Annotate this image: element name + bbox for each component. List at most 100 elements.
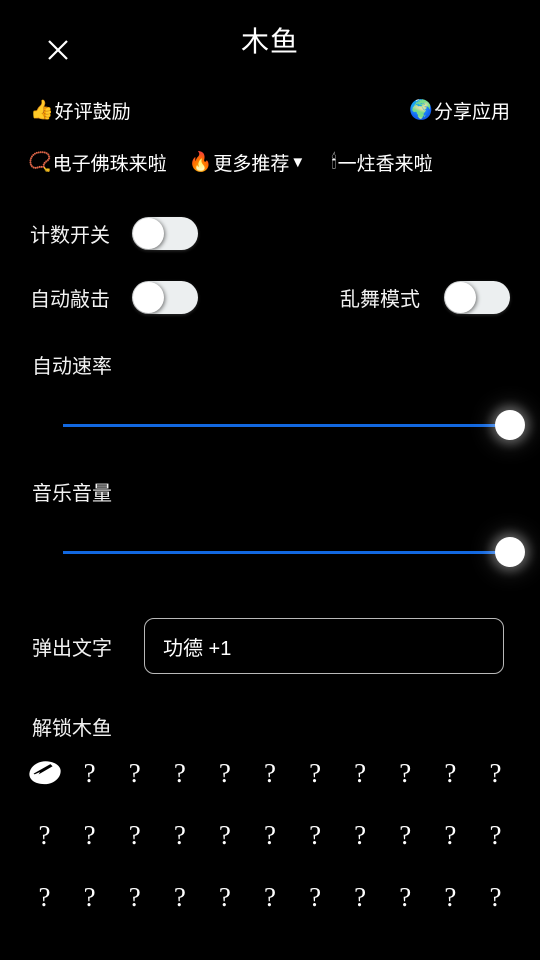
unlock-slot-locked[interactable]: ? xyxy=(473,753,518,793)
count-switch-label: 计数开关 xyxy=(30,224,110,247)
rate-app-label: 好评鼓励 xyxy=(54,101,131,123)
unlock-slot-locked[interactable]: ? xyxy=(338,877,383,917)
wooden-fish-icon-glyph xyxy=(28,761,61,785)
unlock-slot-locked[interactable]: ? xyxy=(157,815,202,855)
count-switch-toggle[interactable] xyxy=(132,216,198,250)
unlock-slot-locked[interactable]: ? xyxy=(67,877,112,917)
more-recommend-label: 更多推荐 xyxy=(213,153,290,175)
question-mark-icon: ? xyxy=(83,757,96,788)
close-icon[interactable] xyxy=(34,28,82,72)
auto-speed-label: 自动速率 xyxy=(32,356,112,378)
prayer-beads-label: 电子佛珠来啦 xyxy=(52,153,167,175)
music-volume-thumb[interactable] xyxy=(495,537,525,567)
unlock-slot-locked[interactable]: ? xyxy=(338,753,383,793)
globe-icon: 🌍 xyxy=(409,98,433,121)
unlock-slot-locked[interactable]: ? xyxy=(247,815,292,855)
toggle-knob xyxy=(133,217,164,249)
unlock-slot-locked[interactable]: ? xyxy=(338,815,383,855)
unlock-slot-locked[interactable]: ? xyxy=(428,753,473,793)
share-app-link[interactable]: 🌍 分享应用 xyxy=(409,97,510,124)
prayer-beads-link[interactable]: 📿 电子佛珠来啦 xyxy=(28,149,167,176)
unlock-slot-locked[interactable]: ? xyxy=(428,877,473,917)
unlock-slot-locked[interactable]: ? xyxy=(383,877,428,917)
close-icon-glyph xyxy=(48,40,68,60)
auto-speed-thumb[interactable] xyxy=(495,410,525,440)
unlock-slot-locked[interactable]: ? xyxy=(383,815,428,855)
unlock-slot-locked[interactable]: ? xyxy=(293,753,338,793)
question-mark-icon: ? xyxy=(83,881,96,912)
toggle-knob xyxy=(133,281,164,313)
unlock-slot-locked[interactable]: ? xyxy=(112,877,157,917)
auto-tap-label: 自动敲击 xyxy=(30,288,110,311)
question-mark-icon: ? xyxy=(38,881,51,912)
question-mark-icon: ? xyxy=(354,757,367,788)
setting-block-auto-speed: 自动速率 xyxy=(0,350,540,451)
question-mark-icon: ? xyxy=(38,819,51,850)
question-mark-icon: ? xyxy=(264,881,276,912)
unlock-section: 解锁木鱼 ???????????????????????????????? xyxy=(0,712,540,917)
question-mark-icon: ? xyxy=(218,819,231,850)
question-mark-icon: ? xyxy=(399,757,412,788)
unlock-slot-locked[interactable]: ? xyxy=(247,753,292,793)
question-mark-icon: ? xyxy=(309,757,322,788)
question-mark-icon: ? xyxy=(309,881,322,912)
unlock-grid: ???????????????????????????????? xyxy=(0,753,540,917)
setting-row-count-switch: 计数开关 xyxy=(0,206,540,260)
unlock-slot-locked[interactable]: ? xyxy=(473,877,518,917)
chaos-mode-toggle[interactable] xyxy=(444,280,510,314)
unlock-slot-locked[interactable]: ? xyxy=(247,877,292,917)
question-mark-icon: ? xyxy=(309,819,322,850)
more-recommend-link[interactable]: 🔥 更多推荐 ▼ xyxy=(189,149,306,176)
question-mark-icon: ? xyxy=(218,757,231,788)
question-mark-icon: ? xyxy=(489,881,502,912)
chaos-mode-label: 乱舞模式 xyxy=(340,288,420,311)
unlock-slot-locked[interactable]: ? xyxy=(202,815,247,855)
auto-tap-toggle[interactable] xyxy=(132,280,198,314)
unlock-slot-locked[interactable]: ? xyxy=(202,753,247,793)
incense-link[interactable]: 🕯 一炷香来啦 xyxy=(331,149,432,176)
fire-icon: 🔥 xyxy=(188,150,213,173)
setting-block-music-volume: 音乐音量 xyxy=(0,477,540,578)
thumbs-up-icon: 👍 xyxy=(30,98,54,121)
music-volume-slider[interactable] xyxy=(0,526,540,578)
question-mark-icon: ? xyxy=(444,757,457,788)
music-volume-label: 音乐音量 xyxy=(32,483,112,505)
unlock-slot-locked[interactable]: ? xyxy=(22,877,67,917)
music-volume-fill xyxy=(63,550,510,554)
app-screen: 木鱼 👍 好评鼓励 🌍 分享应用 📿 电子佛珠来啦 🔥 更多推荐 ▼ 🕯 一炷香… xyxy=(0,0,540,960)
question-mark-icon: ? xyxy=(489,819,502,850)
incense-label: 一炷香来啦 xyxy=(337,153,433,175)
popup-text-input[interactable] xyxy=(144,618,504,674)
unlock-slot-locked[interactable]: ? xyxy=(157,753,202,793)
unlock-slot-locked[interactable]: ? xyxy=(473,815,518,855)
share-app-label: 分享应用 xyxy=(433,101,510,123)
unlock-slot-locked[interactable]: ? xyxy=(293,877,338,917)
chevron-down-icon: ▼ xyxy=(290,153,306,171)
question-mark-icon: ? xyxy=(444,819,457,850)
auto-speed-track[interactable] xyxy=(63,410,525,440)
candle-icon: 🕯 xyxy=(331,150,337,173)
auto-speed-slider[interactable] xyxy=(0,399,540,451)
unlock-slot-locked[interactable]: ? xyxy=(112,753,157,793)
prayer-beads-icon: 📿 xyxy=(28,150,52,173)
unlock-slot-locked[interactable]: ? xyxy=(428,815,473,855)
question-mark-icon: ? xyxy=(354,881,367,912)
wooden-fish-icon[interactable] xyxy=(22,753,67,793)
promo-row-secondary: 📿 电子佛珠来啦 🔥 更多推荐 ▼ 🕯 一炷香来啦 xyxy=(0,140,540,184)
unlock-slot-locked[interactable]: ? xyxy=(157,877,202,917)
unlock-slot-locked[interactable]: ? xyxy=(22,815,67,855)
unlock-slot-locked[interactable]: ? xyxy=(67,815,112,855)
unlock-slot-locked[interactable]: ? xyxy=(293,815,338,855)
setting-row-auto-tap: 自动敲击 乱舞模式 xyxy=(0,270,540,324)
question-mark-icon: ? xyxy=(264,819,276,850)
unlock-slot-locked[interactable]: ? xyxy=(202,877,247,917)
unlock-slot-locked[interactable]: ? xyxy=(67,753,112,793)
setting-row-popup-text: 弹出文字 xyxy=(0,618,540,674)
rate-app-link[interactable]: 👍 好评鼓励 xyxy=(30,97,131,124)
unlock-slot-locked[interactable]: ? xyxy=(383,753,428,793)
toggle-knob xyxy=(445,281,476,313)
unlock-slot-locked[interactable]: ? xyxy=(112,815,157,855)
question-mark-icon: ? xyxy=(173,881,186,912)
question-mark-icon: ? xyxy=(264,757,276,788)
music-volume-track[interactable] xyxy=(63,537,525,567)
